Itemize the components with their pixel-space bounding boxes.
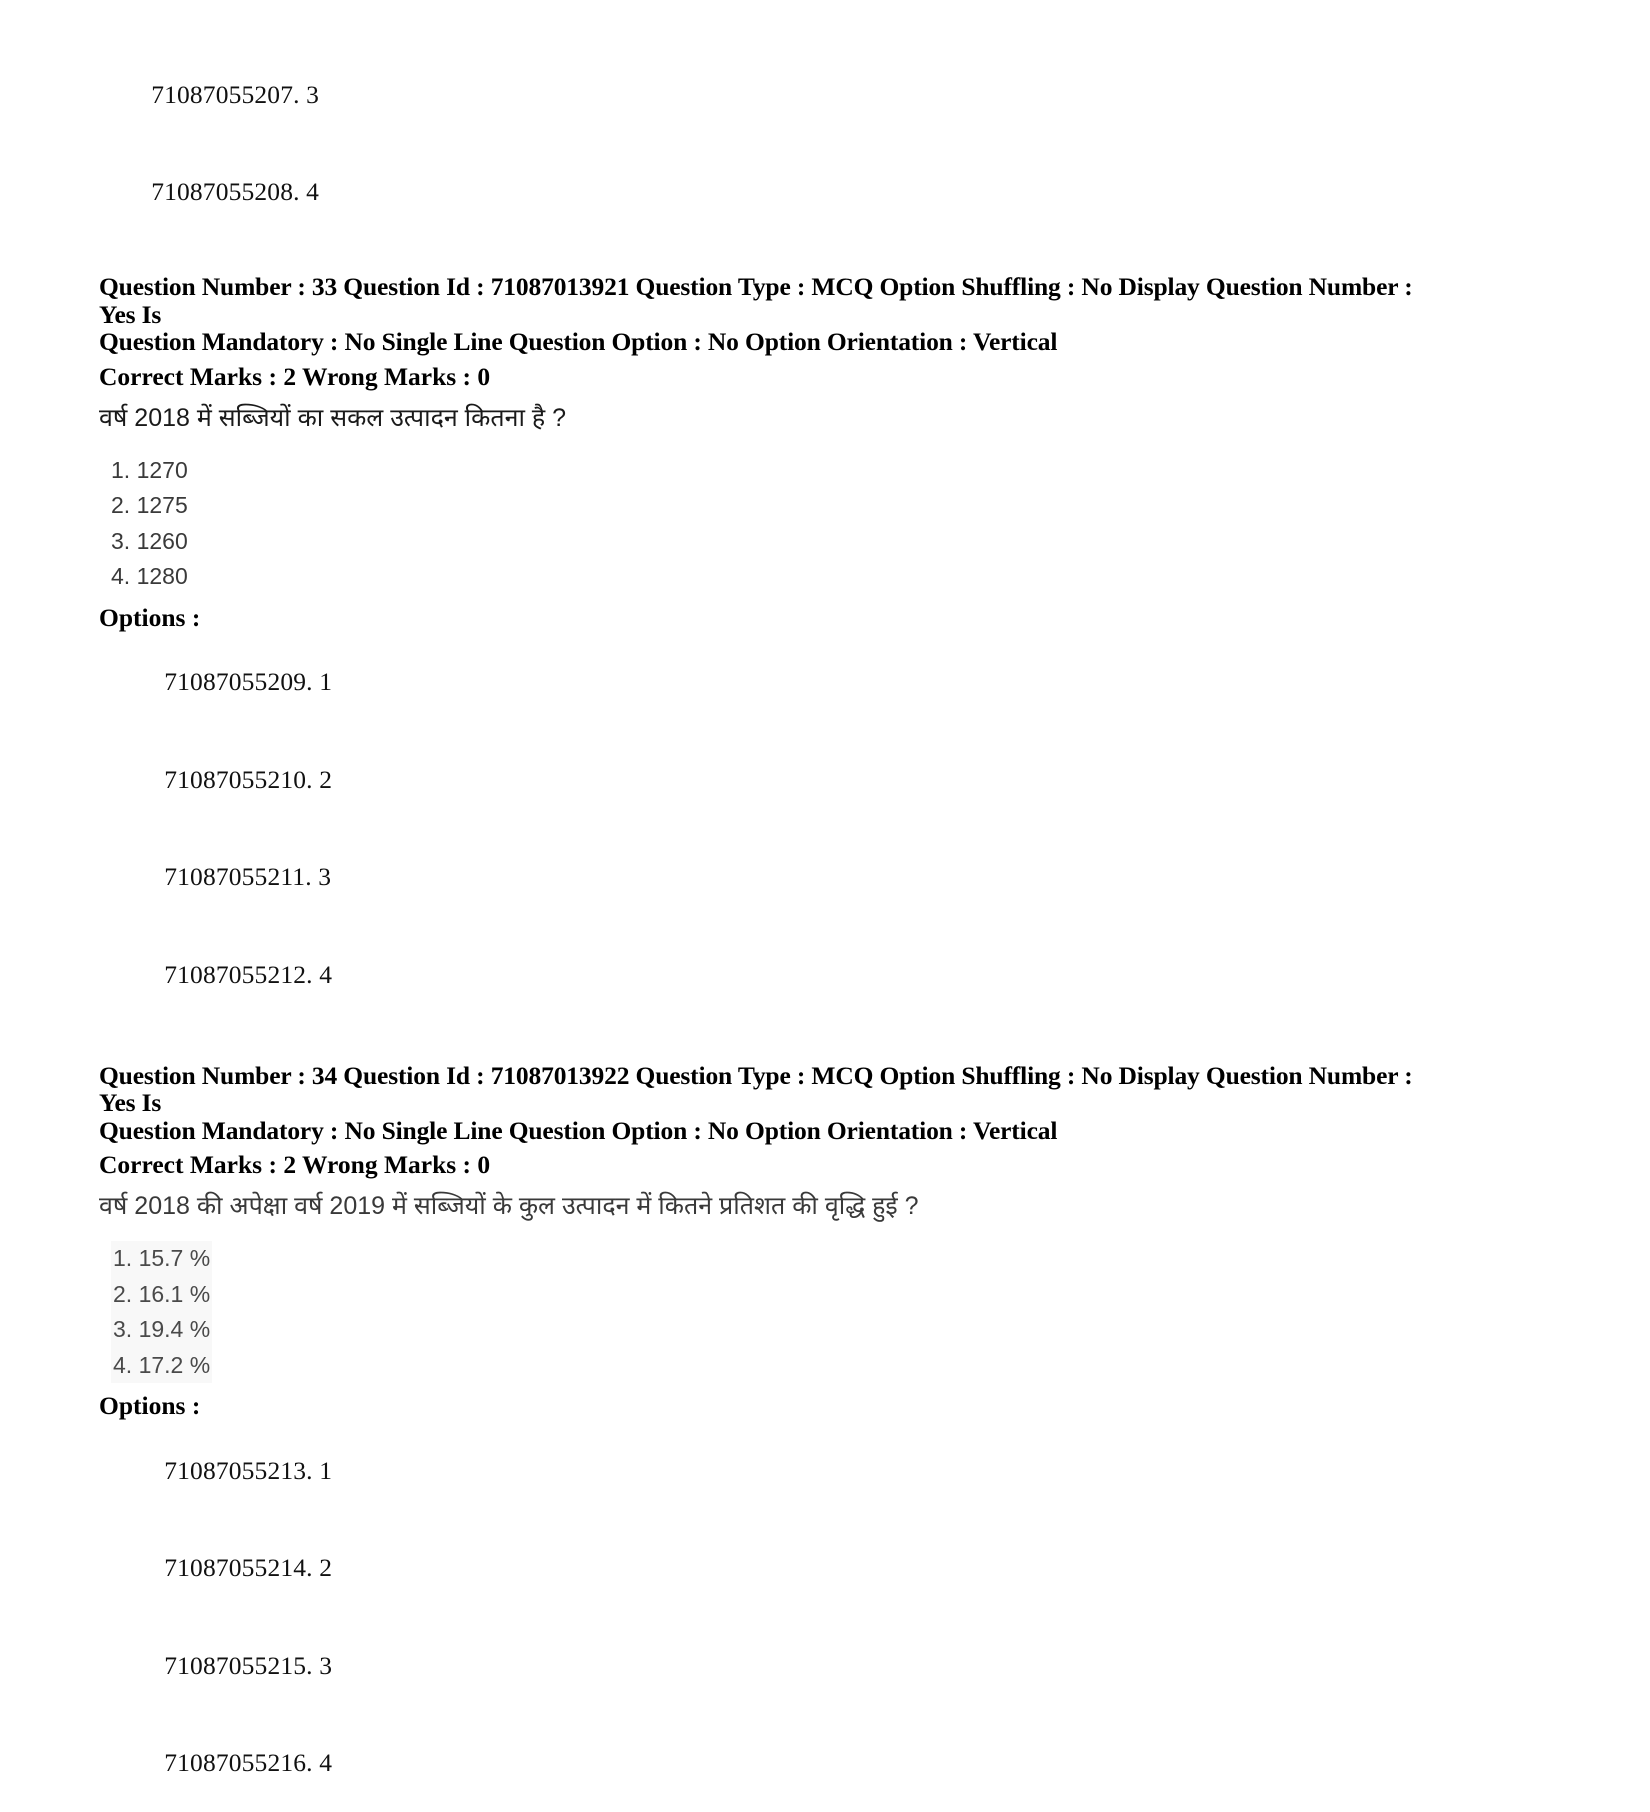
marks-line: Correct Marks : 2 Wrong Marks : 0: [99, 362, 1429, 392]
option-id-value: 4: [319, 960, 332, 989]
options-label: Options :: [99, 601, 1429, 634]
question-metadata-header: Question Number : 33 Question Id : 71087…: [99, 273, 1419, 356]
spacer: [99, 433, 1429, 453]
option-id-list: 71087055209. 1 71087055210. 2 7108705521…: [99, 634, 1429, 1024]
option-id-row: 71087055207. 3: [99, 46, 1429, 144]
spacer: [99, 1024, 1429, 1062]
option-id: 71087055207: [151, 80, 293, 109]
option-id-value: 3: [319, 1651, 332, 1680]
question-metadata-line-2: Question Mandatory : No Single Line Ques…: [99, 328, 1419, 356]
document-page: 71087055207. 3 71087055208. 4 Question N…: [0, 0, 1650, 1275]
answer-choice[interactable]: 1. 1270: [111, 453, 1429, 489]
option-id-separator: .: [306, 1651, 319, 1680]
option-id-value: 1: [319, 667, 332, 696]
answer-choice-text: 2. 16.1 %: [111, 1277, 212, 1313]
option-id-separator: .: [293, 177, 306, 206]
answer-choice-list: 1. 1270 2. 1275 3. 1260 4. 1280: [99, 453, 1429, 595]
question-metadata-line-1: Question Number : 33 Question Id : 71087…: [99, 273, 1419, 328]
page-content: 71087055207. 3 71087055208. 4 Question N…: [99, 46, 1429, 1812]
option-id-row: 71087055208. 4: [99, 144, 1429, 242]
option-id-row: 71087055209. 1: [99, 634, 1429, 732]
carryover-option-id-list: 71087055207. 3 71087055208. 4: [99, 46, 1429, 241]
option-id: 71087055208: [151, 177, 293, 206]
option-id-separator: .: [306, 1456, 319, 1485]
option-id-row: 71087055213. 1: [99, 1422, 1429, 1520]
option-id-row: 71087055215. 3: [99, 1617, 1429, 1715]
option-id-separator: .: [306, 960, 319, 989]
option-id-value: 2: [319, 1553, 332, 1582]
option-id-value: 1: [319, 1456, 332, 1485]
option-id-row: 71087055212. 4: [99, 926, 1429, 1024]
option-id-value: 4: [319, 1748, 332, 1777]
option-id-row: 71087055210. 2: [99, 731, 1429, 829]
option-id-separator: .: [306, 667, 319, 696]
question-metadata-header: Question Number : 34 Question Id : 71087…: [99, 1062, 1419, 1145]
answer-choice[interactable]: 3. 19.4 %: [111, 1312, 1429, 1348]
option-id-separator: .: [306, 765, 319, 794]
option-id-value: 3: [306, 80, 319, 109]
option-id-separator: .: [306, 1748, 319, 1777]
answer-choice[interactable]: 4. 1280: [111, 559, 1429, 595]
answer-choice[interactable]: 3. 1260: [111, 524, 1429, 560]
option-id-row: 71087055211. 3: [99, 829, 1429, 927]
option-id-row: 71087055216. 4: [99, 1715, 1429, 1812]
marks-line: Correct Marks : 2 Wrong Marks : 0: [99, 1150, 1429, 1180]
answer-choice[interactable]: 2. 16.1 %: [111, 1277, 1429, 1313]
answer-choice-text: 3. 19.4 %: [111, 1312, 212, 1348]
answer-choice[interactable]: 2. 1275: [111, 488, 1429, 524]
option-id: 71087055209: [164, 667, 306, 696]
question-metadata-line-1: Question Number : 34 Question Id : 71087…: [99, 1062, 1419, 1117]
question-text: वर्ष 2018 की अपेक्षा वर्ष 2019 में सब्जि…: [99, 1191, 1429, 1221]
option-id-separator: .: [306, 1553, 319, 1582]
option-id-value: 2: [319, 765, 332, 794]
spacer: [99, 241, 1429, 273]
option-id-separator: .: [293, 80, 306, 109]
question-metadata-line-2: Question Mandatory : No Single Line Ques…: [99, 1117, 1419, 1145]
option-id-value: 4: [306, 177, 319, 206]
options-label: Options :: [99, 1389, 1429, 1422]
option-id: 71087055212: [164, 960, 306, 989]
option-id-row: 71087055214. 2: [99, 1520, 1429, 1618]
option-id: 71087055214: [164, 1553, 306, 1582]
answer-choice-text: 4. 17.2 %: [111, 1348, 212, 1384]
answer-choice[interactable]: 1. 15.7 %: [111, 1241, 1429, 1277]
option-id: 71087055215: [164, 1651, 306, 1680]
option-id: 71087055216: [164, 1748, 306, 1777]
question-block-34: Question Number : 34 Question Id : 71087…: [99, 1062, 1429, 1812]
question-block-33: Question Number : 33 Question Id : 71087…: [99, 273, 1429, 1024]
option-id-separator: .: [305, 862, 318, 891]
option-id: 71087055210: [164, 765, 306, 794]
option-id: 71087055213: [164, 1456, 306, 1485]
option-id: 71087055211: [164, 862, 305, 891]
answer-choice[interactable]: 4. 17.2 %: [111, 1348, 1429, 1384]
answer-choice-text: 1. 15.7 %: [111, 1241, 212, 1277]
question-text: वर्ष 2018 में सब्जियों का सकल उत्पादन कि…: [99, 403, 1429, 433]
answer-choice-list: 1. 15.7 % 2. 16.1 % 3. 19.4 % 4. 17.2 %: [99, 1241, 1429, 1383]
option-id-value: 3: [318, 862, 331, 891]
spacer: [99, 1221, 1429, 1241]
option-id-list: 71087055213. 1 71087055214. 2 7108705521…: [99, 1422, 1429, 1812]
